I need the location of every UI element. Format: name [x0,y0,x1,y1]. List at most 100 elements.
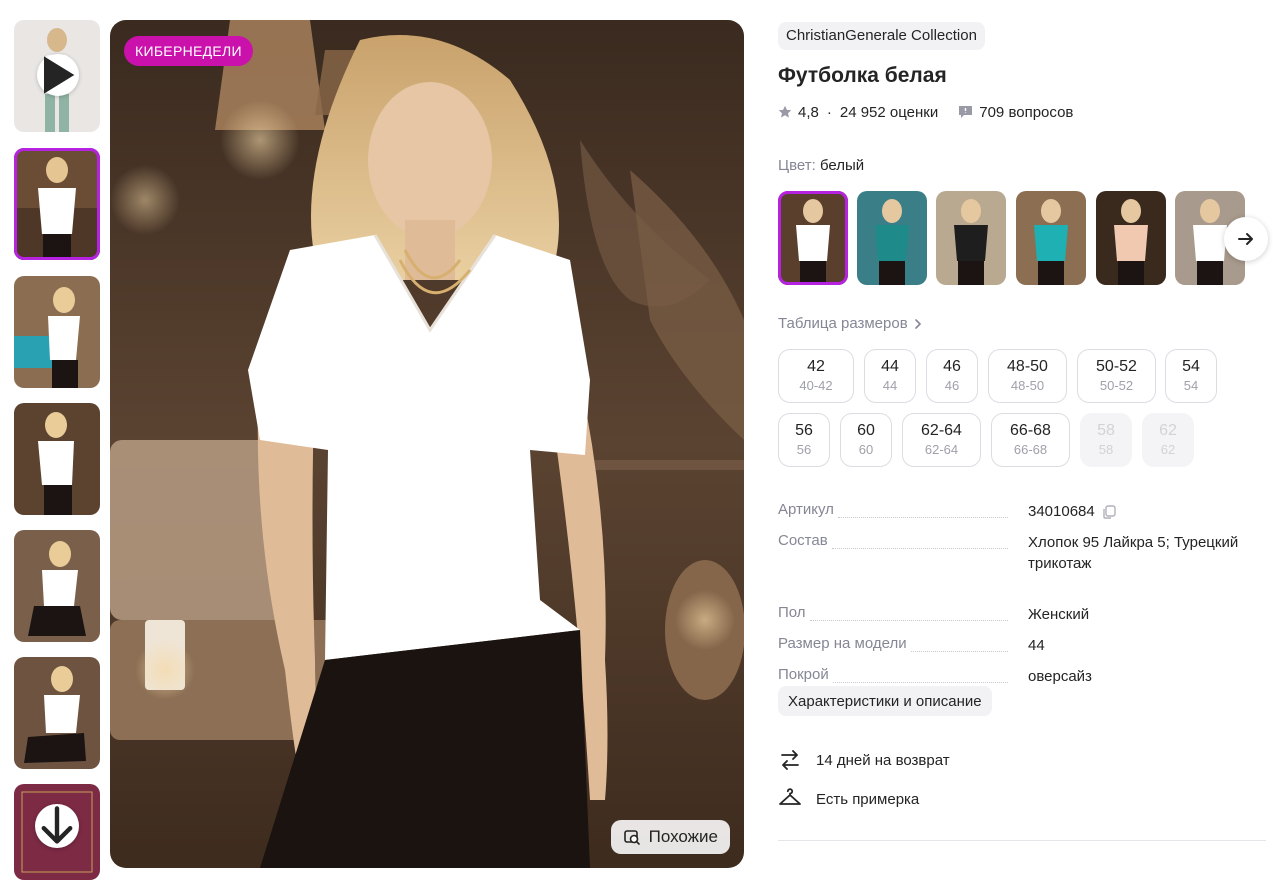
thumbnail-photo-1[interactable] [14,148,100,260]
spec-key-wrap: Размер на модели [778,635,1018,652]
thumbnail-photo-3[interactable] [14,403,100,515]
return-perk-label: 14 дней на возврат [816,751,950,769]
size-ru-label: 56 [796,442,812,457]
spec-key-wrap: Пол [778,604,1018,621]
size-option[interactable]: 60 60 [840,413,892,467]
main-product-photo[interactable]: КИБЕРНЕДЕЛИ Похожие [110,20,744,868]
size-option-unavailable: 58 58 [1080,413,1132,467]
swatch-image [857,191,927,285]
spec-key: Состав [778,532,832,549]
size-label: 56 [795,422,813,439]
swatch-image [936,191,1006,285]
return-perk: 14 дней на возврат [778,749,950,771]
play-icon[interactable] [37,54,79,96]
similar-button[interactable]: Похожие [610,820,730,854]
size-label: 44 [881,358,899,375]
color-swatches [778,191,1268,285]
hanger-icon [779,788,801,805]
color-swatch[interactable] [936,191,1006,285]
copy-icon[interactable] [1101,504,1117,520]
spec-value: Женский [1028,606,1090,623]
thumbnail-certificate[interactable] [14,784,100,880]
arrow-down-icon[interactable] [35,804,79,848]
thumbnail-photo-4-image [14,530,100,642]
spec-key: Артикул [778,501,838,518]
color-swatch[interactable] [1016,191,1086,285]
size-option[interactable]: 62-64 62-64 [902,413,981,467]
spec-key-wrap: Состав [778,532,1018,549]
swatch-image [1016,191,1086,285]
size-label: 48-50 [1007,358,1048,375]
size-option-unavailable: 62 62 [1142,413,1194,467]
brand-link[interactable]: ChristianGenerale Collection [778,22,985,50]
size-option[interactable]: 50-52 50-52 [1077,349,1156,403]
size-label: 50-52 [1096,358,1137,375]
questions-link[interactable]: 709 вопросов [958,104,1073,121]
rating-value[interactable]: 4,8 [798,104,819,121]
size-label: 58 [1097,422,1115,439]
swatches-next-button[interactable] [1224,217,1268,261]
size-option[interactable]: 48-50 48-50 [988,349,1067,403]
size-option[interactable]: 54 54 [1165,349,1217,403]
size-label: 66-68 [1010,422,1051,439]
chevron-right-icon [914,318,921,329]
star-icon [778,105,792,118]
size-option[interactable]: 44 44 [864,349,916,403]
size-option[interactable]: 46 46 [926,349,978,403]
size-ru-label: 58 [1098,442,1114,457]
chat-bubble-icon [959,106,973,118]
color-swatch[interactable] [857,191,927,285]
spec-value: Хлопок 95 Лайкра 5; Турецкий трикотаж [1028,534,1239,572]
color-swatch[interactable] [778,191,848,285]
description-button[interactable]: Характеристики и описание [778,686,992,716]
questions-count: 709 вопросов [979,103,1074,121]
color-row: Цвет: белый [778,157,864,174]
size-label: 62 [1159,422,1177,439]
spec-key: Покрой [778,666,833,683]
product-info: ChristianGenerale Collection Футболка бе… [778,22,1268,841]
main-photo-image [110,20,744,868]
spec-leader [832,672,1008,683]
rating-separator: · [826,103,832,121]
size-ru-label: 62 [1160,442,1176,457]
spec-key: Пол [778,604,810,621]
size-label: 42 [807,358,825,375]
size-label: 62-64 [921,422,962,439]
spec-value: 44 [1028,637,1045,654]
size-label: 54 [1182,358,1200,375]
size-option[interactable]: 66-68 66-68 [991,413,1070,467]
thumbnail-photo-2[interactable] [14,276,100,388]
spec-value: оверсайз [1028,668,1092,685]
thumbnail-photo-5[interactable] [14,657,100,769]
size-option[interactable]: 56 56 [778,413,830,467]
reviews-count[interactable]: 24 952 оценки [840,104,938,121]
spec-key-wrap: Покрой [778,666,1018,683]
thumbnail-photo-2-image [14,276,100,388]
spec-key-wrap: Артикул [778,501,1018,518]
size-option[interactable]: 42 40-42 [778,349,854,403]
spec-leader [837,507,1008,518]
size-ru-label: 40-42 [799,378,833,393]
thumbnail-photo-5-image [14,657,100,769]
size-ru-label: 46 [944,378,960,393]
product-title: Футболка белая [778,64,947,87]
size-ru-label: 44 [882,378,898,393]
size-ru-label: 62-64 [924,442,959,457]
thumbnail-photo-4[interactable] [14,530,100,642]
return-arrows-icon [781,750,799,770]
similar-button-label: Похожие [648,827,718,846]
spec-key: Размер на модели [778,635,911,652]
spec-leader [831,538,1008,549]
size-label: 60 [857,422,875,439]
spec-value-wrap: 34010684 [1028,501,1268,522]
swatch-image [1096,191,1166,285]
color-label: Цвет: [778,157,816,174]
size-chart-link[interactable]: Таблица размеров [778,315,922,332]
promo-badge: КИБЕРНЕДЕЛИ [124,36,253,66]
spec-value: 34010684 [1028,503,1095,520]
thumbnail-video[interactable] [14,20,100,132]
color-swatch[interactable] [1096,191,1166,285]
size-ru-label: 54 [1183,378,1199,393]
fitting-perk: Есть примерка [778,788,919,810]
arrow-right-icon [1238,233,1253,245]
